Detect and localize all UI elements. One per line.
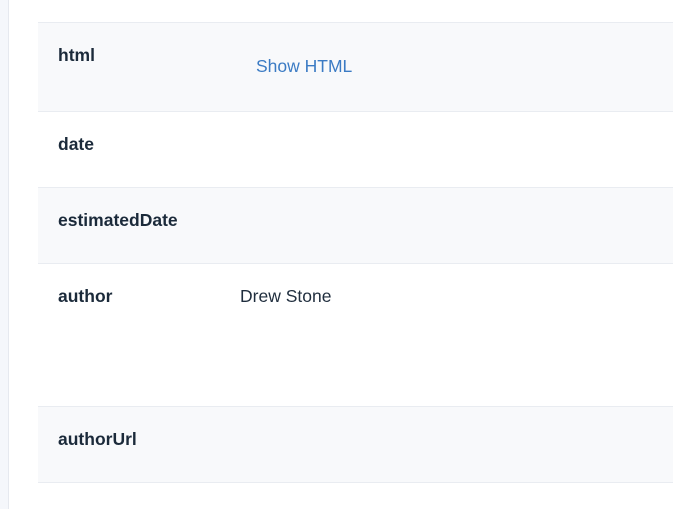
table-row-html: html Show HTML xyxy=(38,22,673,111)
row-key-author-url: authorUrl xyxy=(58,429,137,449)
table-top-spacer xyxy=(38,0,673,22)
table-row-author: author Drew Stone xyxy=(38,263,673,406)
page: html Show HTML date estimatedDate author… xyxy=(0,0,673,509)
table-row-author-url: authorUrl xyxy=(38,406,673,482)
left-sidebar-edge xyxy=(0,0,9,509)
row-key-html: html xyxy=(58,45,95,65)
table-row-partial xyxy=(38,482,673,509)
row-value-author: Drew Stone xyxy=(240,286,332,306)
row-key-date: date xyxy=(58,134,94,154)
row-key-estimated-date: estimatedDate xyxy=(58,210,178,230)
properties-table: html Show HTML date estimatedDate author… xyxy=(38,0,673,509)
row-key-author: author xyxy=(58,286,113,306)
table-row-estimated-date: estimatedDate xyxy=(38,187,673,263)
table-row-date: date xyxy=(38,111,673,187)
show-html-link[interactable]: Show HTML xyxy=(256,56,352,77)
